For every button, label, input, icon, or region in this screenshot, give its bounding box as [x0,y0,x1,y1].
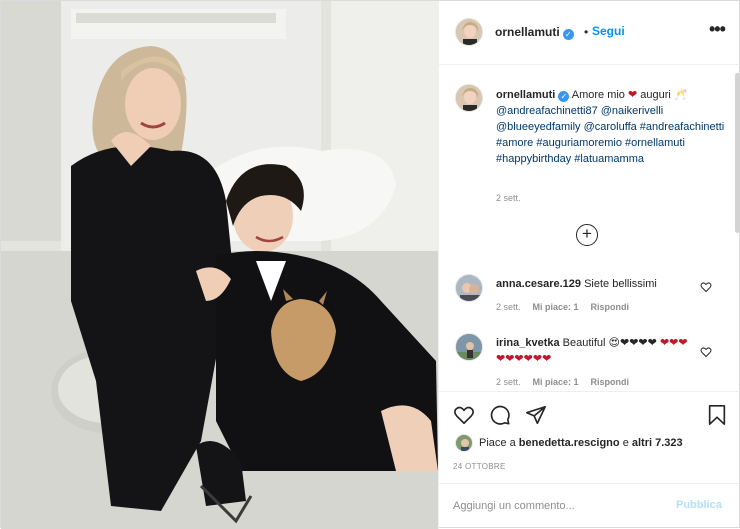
liker-avatar[interactable] [455,434,473,452]
commenter-username[interactable]: anna.cesare.129 [496,278,581,290]
author-avatar[interactable] [455,18,483,46]
comment-icon[interactable] [489,404,511,426]
share-icon[interactable] [525,404,547,426]
caption-heart-icon: ❤ [628,89,638,101]
caption-username[interactable]: ornellamuti [496,89,555,101]
likes-summary[interactable]: Piace a benedetta.rescigno e altri 7.323 [455,434,735,454]
likes-text: Piace a benedetta.rescigno e altri 7.323 [479,437,683,449]
post-date[interactable]: 24 OTTOBRE [453,462,506,471]
instagram-post: ornellamuti ✓ • Segui ••• ornellamuti ✓ Am… [0,0,740,529]
more-options-icon[interactable]: ••• [709,19,726,40]
comments-scrollbar[interactable] [735,73,740,233]
post-side-panel: ornellamuti ✓ • Segui ••• ornellamuti ✓ Am… [438,1,740,529]
caption-author-avatar[interactable] [455,84,483,112]
author-username[interactable]: ornellamuti ✓ [495,25,574,40]
add-comment-bar: Pubblica [439,483,740,529]
post-actions: Piace a benedetta.rescigno e altri 7.323… [439,391,740,481]
post-header: ornellamuti ✓ • Segui ••• [439,1,740,65]
post-photo-illustration [1,1,438,529]
comment-meta: 2 sett. Mi piace: 1 Rispondi [496,302,641,312]
caption-message-2: auguri [640,89,671,101]
reply-button[interactable]: Rispondi [591,302,630,312]
commenter-avatar[interactable] [455,333,483,361]
commenter-username[interactable]: irina_kvetka [496,337,560,349]
liker-username[interactable]: benedetta.rescigno [519,437,620,449]
reply-button[interactable]: Rispondi [591,377,630,387]
comment-body: Siete bellissimi [584,278,657,290]
comment-heart-icon[interactable] [700,281,712,293]
caption-text: ornellamuti ✓ Amore mio ❤ auguri 🥂 @andre… [496,87,726,167]
comment-like-count[interactable]: Mi piace: 1 [533,302,579,312]
follow-button[interactable]: Segui [592,24,625,38]
other-likes-link[interactable]: altri 7.323 [632,437,683,449]
comment-text: anna.cesare.129 Siete bellissimi [496,276,696,292]
comment-heart-icon[interactable] [700,346,712,358]
publish-button[interactable]: Pubblica [676,499,722,511]
caption-verified-icon: ✓ [558,91,570,102]
post-photo[interactable] [1,1,438,529]
verified-icon: ✓ [562,29,574,40]
caption-tags[interactable]: @andreafachinetti87 @naikerivelli @bluee… [496,105,724,165]
commenter-avatar[interactable] [455,274,483,302]
header-separator-dot: • [584,25,589,39]
comment-like-count[interactable]: Mi piace: 1 [533,377,579,387]
comment-body: Beautiful 😍❤❤❤❤ [562,337,657,349]
caption-timestamp[interactable]: 2 sett. [496,193,521,203]
caption-emoji: 🥂 [673,89,688,101]
heart-icon[interactable] [453,404,475,426]
bookmark-icon[interactable] [706,404,728,426]
plus-circle-icon[interactable]: + [576,224,598,246]
caption-message: Amore mio [571,89,625,101]
comment-meta: 2 sett. Mi piace: 1 Rispondi [496,377,641,387]
comments-list: anna.cesare.129 Siete bellissimi 2 sett.… [439,271,740,391]
comment-time[interactable]: 2 sett. [496,302,521,312]
comment-input[interactable] [453,496,663,516]
comment-time[interactable]: 2 sett. [496,377,521,387]
comment-text: irina_kvetka Beautiful 😍❤❤❤❤ ❤❤❤❤❤❤❤❤❤ [496,335,696,367]
